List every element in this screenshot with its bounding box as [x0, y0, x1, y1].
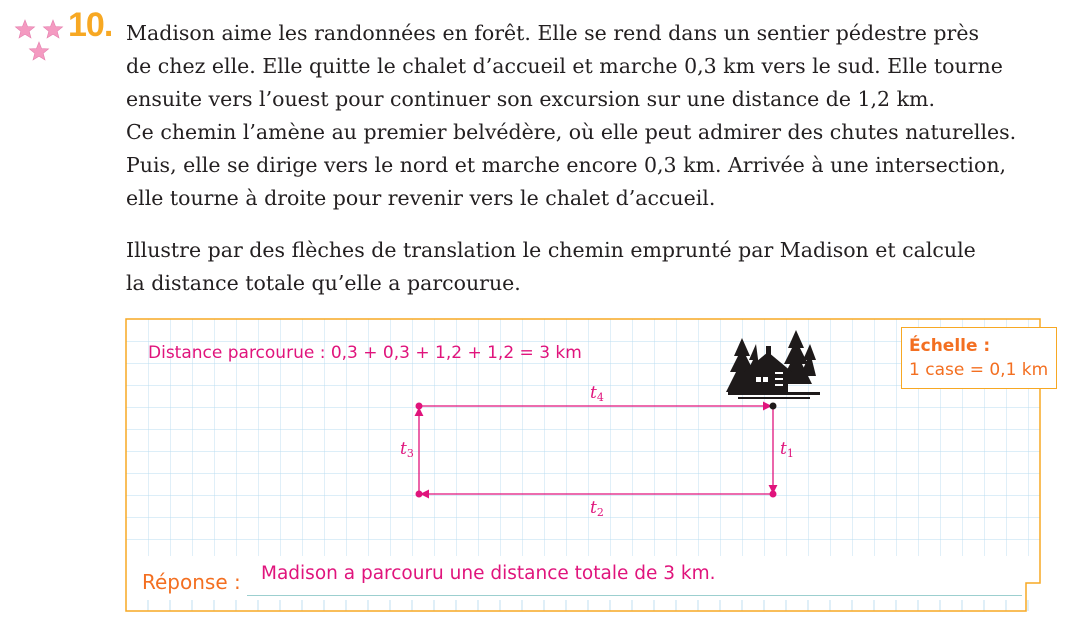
- distance-text: Distance parcourue : 0,3 + 0,3 + 1,2 + 1…: [148, 343, 582, 363]
- reponse-answer-line: [247, 595, 1022, 596]
- point-chalet: [769, 402, 777, 410]
- point-south: [769, 490, 777, 498]
- scale-title: Échelle :: [909, 336, 991, 356]
- scale-box: Échelle : 1 case = 0,1 km: [901, 327, 1057, 389]
- reponse-label: Réponse :: [142, 570, 241, 594]
- point-intersection: [415, 402, 423, 410]
- scale-value: 1 case = 0,1 km: [909, 360, 1049, 380]
- reponse-answer[interactable]: Madison a parcouru une distance totale d…: [261, 563, 716, 584]
- point-belvedere: [415, 490, 423, 498]
- work-area: Distance parcourue : 0,3 + 0,3 + 1,2 + 1…: [125, 318, 1041, 612]
